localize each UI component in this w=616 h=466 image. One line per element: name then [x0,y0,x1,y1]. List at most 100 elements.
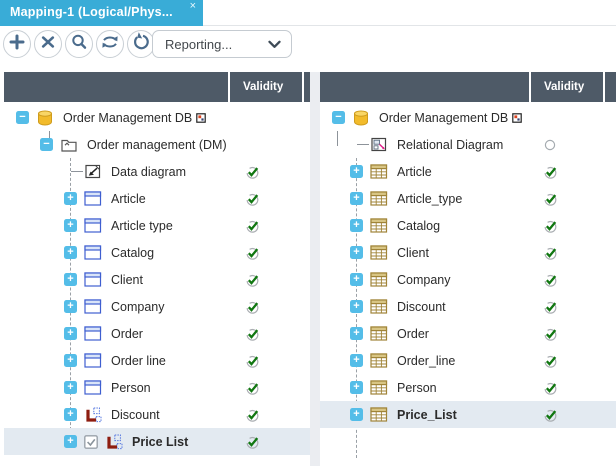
indent-spacer [64,165,77,178]
expand-toggle-icon[interactable]: + [350,354,363,367]
tree-row[interactable]: +Catalog [320,212,616,239]
validity-check-icon [542,164,558,180]
tab-mapping-1[interactable]: Mapping-1 (Logical/Phys... × [0,0,203,26]
expand-toggle-icon[interactable]: + [64,192,77,205]
tree-row[interactable]: + Article [320,158,616,185]
tree-row[interactable]: Relational Diagram [320,131,616,158]
collapse-toggle-icon[interactable]: − [16,111,29,124]
tree-item-label: Order line [111,354,166,368]
expand-toggle-icon[interactable]: + [64,219,77,232]
expand-toggle-icon[interactable]: + [64,408,77,421]
compare-button[interactable] [96,30,124,58]
data-diagram-icon [84,163,102,180]
tree-row[interactable]: +Catalog [4,239,310,266]
entity-icon [84,190,102,207]
table-icon [370,325,388,342]
tree-item-label: Relational Diagram [397,138,503,152]
shortcut-badge-icon [196,113,206,123]
validity-check-icon [244,164,260,180]
tree-row[interactable]: + Price_List [320,401,616,428]
expand-toggle-icon[interactable]: + [350,219,363,232]
tree-row[interactable]: +Client [4,266,310,293]
expand-toggle-icon[interactable]: + [350,327,363,340]
tree-row[interactable]: +Article_type [320,185,616,212]
expand-toggle-icon[interactable]: + [64,354,77,367]
tree-item-label: Discount [397,300,446,314]
physical-panel-header: Validity [320,72,616,102]
tree-item-label: Order Management DB [379,111,508,125]
validity-check-icon [542,299,558,315]
validity-check-icon [244,218,260,234]
zoom-button[interactable] [65,30,93,58]
reporting-dropdown-value: Reporting... [153,37,263,52]
tree-row[interactable]: −Order management (DM) [4,131,310,158]
logical-tree: −Order Management DB−Order management (D… [4,102,310,466]
tree-item-label: Client [397,246,429,260]
validity-check-icon [244,245,260,261]
tab-bar: Mapping-1 (Logical/Phys... × [0,0,616,26]
validity-check-icon [244,407,260,423]
collapse-toggle-icon[interactable]: − [40,138,53,151]
tree-row[interactable]: + Person [320,374,616,401]
tree-item-label: Order_line [397,354,455,368]
expand-toggle-icon[interactable]: + [64,273,77,286]
tree-row[interactable]: + Discount [320,293,616,320]
tree-row[interactable]: + Article [4,185,310,212]
create-button[interactable] [3,30,31,58]
tree-row[interactable]: +Person [4,374,310,401]
tree-row[interactable]: Data diagram [4,158,310,185]
tree-item-label: Article [111,192,146,206]
expand-toggle-icon[interactable]: + [350,408,363,421]
tree-item-label: Order [111,327,143,341]
database-icon [36,109,54,126]
validity-check-icon [542,191,558,207]
expand-toggle-icon[interactable]: + [350,273,363,286]
tree-row[interactable]: + Order line [4,347,310,374]
expand-toggle-icon[interactable]: + [64,327,77,340]
tree-row[interactable]: −Order Management DB [4,104,310,131]
expand-toggle-icon[interactable]: + [350,300,363,313]
tree-item-label: Price_List [397,408,457,422]
collapse-toggle-icon[interactable]: − [332,111,345,124]
expand-toggle-icon[interactable]: + [350,381,363,394]
shortcut-badge-icon [512,113,522,123]
tree-row[interactable]: + Order_line [320,347,616,374]
tree-row[interactable]: +Discount [4,401,310,428]
expand-toggle-icon[interactable]: + [64,435,77,448]
tree-row[interactable]: +Price List [4,428,310,455]
logical-model-panel: Validity −Order Management DB−Order mana… [4,72,310,466]
validity-column-header: Validity [228,72,302,102]
validity-check-icon [542,326,558,342]
delete-button[interactable] [34,30,62,58]
tree-item-label: Company [111,300,165,314]
expand-toggle-icon[interactable]: + [64,246,77,259]
expand-toggle-icon[interactable]: + [350,192,363,205]
tree-item-label: Person [397,381,437,395]
table-icon [370,244,388,261]
tree-row[interactable]: +Order [320,320,616,347]
tree-item-label: Article [397,165,432,179]
tree-row[interactable]: + Client [320,239,616,266]
validity-check-icon [244,299,260,315]
refresh-button[interactable] [127,30,155,58]
validity-check-icon [542,407,558,423]
sync-arrows-icon [96,28,124,61]
model-folder-icon [60,136,78,153]
tree-row[interactable]: + Article type [4,212,310,239]
validity-column-header: Validity [529,72,603,102]
tree-row[interactable]: +Company [320,266,616,293]
expand-toggle-icon[interactable]: + [64,300,77,313]
expand-toggle-icon[interactable]: + [64,381,77,394]
tree-row[interactable]: + Company [4,293,310,320]
tab-close-icon[interactable]: × [190,1,196,12]
selection-checkbox[interactable] [84,435,98,449]
tree-item-label: Article type [111,219,173,233]
tree-row[interactable]: + Order [4,320,310,347]
expand-toggle-icon[interactable]: + [350,246,363,259]
expand-toggle-icon[interactable]: + [350,165,363,178]
plus-icon [3,28,31,61]
tree-item-label: Data diagram [111,165,186,179]
entity-icon [84,379,102,396]
reporting-dropdown[interactable]: Reporting... [152,30,292,58]
tree-row[interactable]: − Order Management DB [320,104,616,131]
